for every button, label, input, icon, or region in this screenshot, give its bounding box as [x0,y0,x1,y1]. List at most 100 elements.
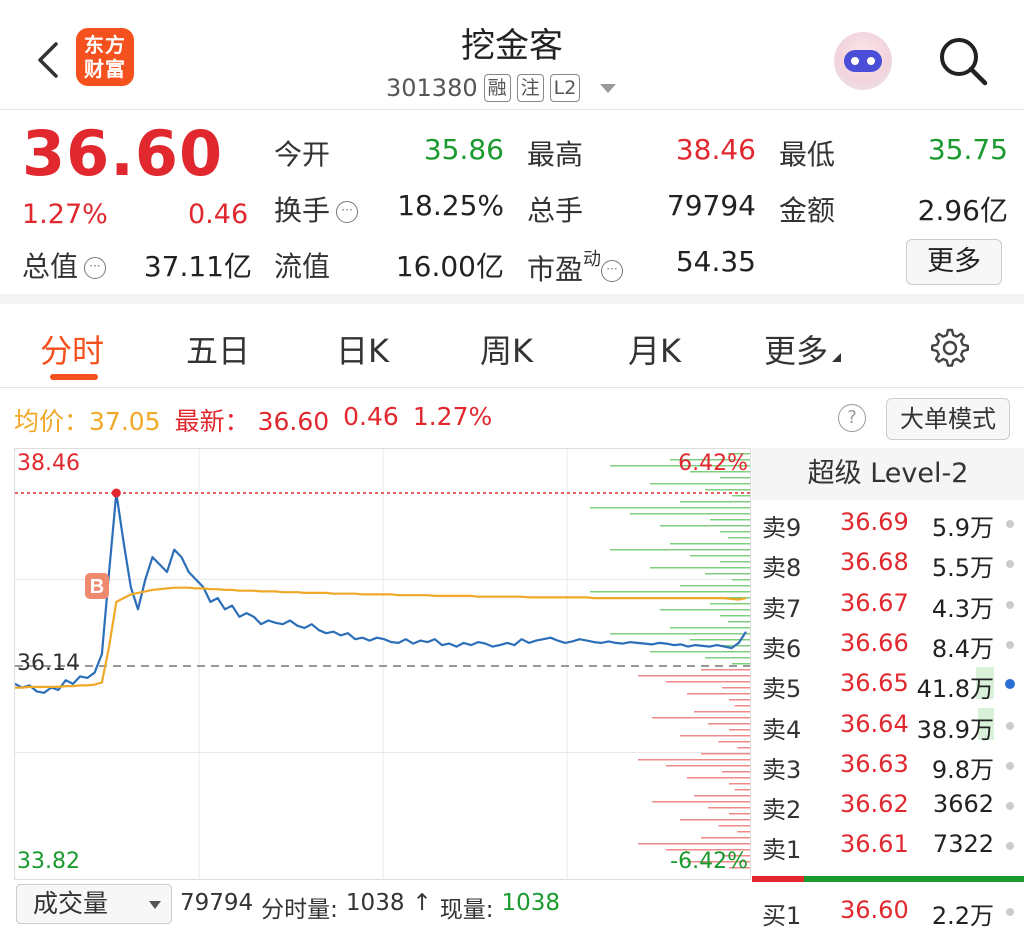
order-volume: 3662 [932,790,994,819]
depth-bar [710,603,750,605]
order-price: 36.64 [840,709,909,738]
order-book-row[interactable]: 卖5 36.65 41.8万 [752,663,1024,703]
market-cap-value: 37.11亿 [143,250,252,283]
price-line [15,491,747,694]
depth-bar [718,741,750,743]
depth-bar [590,591,750,593]
order-book-row[interactable]: 卖6 36.66 8.4万 [752,623,1024,663]
volume-label: 总手 [527,194,584,227]
depth-bar [687,693,750,695]
order-level-label: 卖8 [762,554,802,583]
tab-monthly-k[interactable]: 月K [628,326,681,372]
level-dot-icon [1005,679,1015,690]
order-level-label: 卖7 [762,594,802,623]
depth-bar [650,651,750,653]
order-book-row[interactable]: 卖1 36.61 7322 [752,824,1024,864]
current-volume: 1038 [501,890,561,916]
float-cap-label: 流值 [274,250,331,283]
stock-code: 301380 [386,74,478,102]
pe-label: 市盈动 ··· [527,245,624,288]
depth-bar [737,747,750,749]
order-book-row[interactable]: 卖8 36.68 5.5万 [752,542,1024,582]
order-price: 36.62 [840,790,909,819]
active-tab-indicator [50,374,98,380]
order-book: 超级 Level-2 卖9 36.69 5.9万 卖8 36.68 5.5万 卖7 36.67… [752,448,1024,928]
depth-bar [680,735,750,737]
depth-bar [732,579,750,581]
order-level-label: 卖4 [762,715,802,744]
depth-bar [705,657,750,659]
depth-bar [729,699,750,701]
level-dot-icon [1006,600,1014,609]
level-dot-icon [1006,908,1014,916]
info-icon[interactable]: ··· [336,201,359,223]
depth-bar [728,621,750,623]
chevron-down-icon [149,901,161,909]
order-price: 36.63 [840,749,909,778]
last-price: 36.60 [22,117,224,190]
depth-bar [638,675,750,677]
order-price: 36.65 [840,669,909,698]
indicator-select[interactable]: 成交量 [16,884,172,924]
tab-daily-k[interactable]: 日K [336,326,389,372]
chevron-down-icon[interactable] [600,83,617,93]
float-cap-value: 16.00亿 [395,250,504,283]
order-book-row[interactable]: 买1 36.60 2.2万 [752,890,1024,928]
depth-bar [720,477,750,479]
search-icon[interactable] [936,34,990,88]
level-dot-icon [1006,560,1014,569]
order-level-label: 买1 [762,902,802,928]
gear-icon[interactable] [928,326,972,370]
depth-bar [660,525,750,527]
turnover-value: 18.25% [397,189,504,222]
help-icon[interactable]: ? [838,404,866,432]
change-percent: 1.27% [22,199,108,230]
info-icon[interactable]: ··· [601,260,624,282]
order-book-row[interactable]: 卖2 36.62 3662 [752,784,1024,824]
depth-bar [652,717,750,719]
more-quote-button[interactable]: 更多 [906,239,1002,285]
pe-value: 54.35 [675,245,756,278]
depth-bar [701,837,750,839]
order-book-row[interactable]: 卖3 36.63 9.8万 [752,744,1024,784]
up-arrow-icon: ↑ [412,890,432,916]
current-volume-label: 现量: [439,897,494,923]
depth-bar [732,663,750,665]
tab-five-day[interactable]: 五日 [186,326,250,372]
order-book-row[interactable]: 卖7 36.67 4.3万 [752,583,1024,623]
order-level-label: 卖2 [762,796,802,825]
level-dot-icon [1006,761,1014,770]
tab-weekly-k[interactable]: 周K [480,326,533,372]
order-level-label: 卖6 [762,634,802,663]
depth-bar [652,801,750,803]
order-volume: 7322 [932,830,994,859]
order-price: 36.69 [840,508,909,536]
open-value: 35.86 [423,133,504,166]
order-book-row[interactable]: 卖4 36.64 38.9万 [752,704,1024,744]
tab-intraday[interactable]: 分时 [40,326,104,372]
order-volume: 5.9万 [931,514,994,542]
order-book-row[interactable]: 卖9 36.69 5.9万 [752,502,1024,542]
tab-more[interactable]: 更多 [764,326,842,372]
info-icon[interactable]: ··· [84,257,107,279]
depth-bar [680,585,750,587]
tag-margin: 融 [483,74,511,102]
depth-bar [638,759,750,761]
assistant-robot-icon[interactable] [834,32,892,90]
y-tick-bottom: 33.82 [17,849,80,874]
volume-value: 79794 [666,189,756,222]
depth-bar [708,807,750,809]
depth-bar [710,519,750,521]
level-dot-icon [1006,721,1014,730]
depth-bar [720,615,750,617]
big-order-mode-button[interactable]: 大单模式 [886,398,1010,440]
high-label: 最高 [527,138,584,171]
depth-bar [732,495,750,497]
buy-marker-label: B [90,576,104,598]
depth-bar [660,609,750,611]
intraday-chart[interactable]: B 38.46 36.14 33.82 6.42% -6.42% [14,448,751,881]
depth-bar [680,501,750,503]
depth-bar [729,813,750,815]
volume-footer: 成交量 79794 分时量: 1038 ↑ 现量: 1038 [14,882,751,928]
amount-label: 金额 [779,194,836,227]
